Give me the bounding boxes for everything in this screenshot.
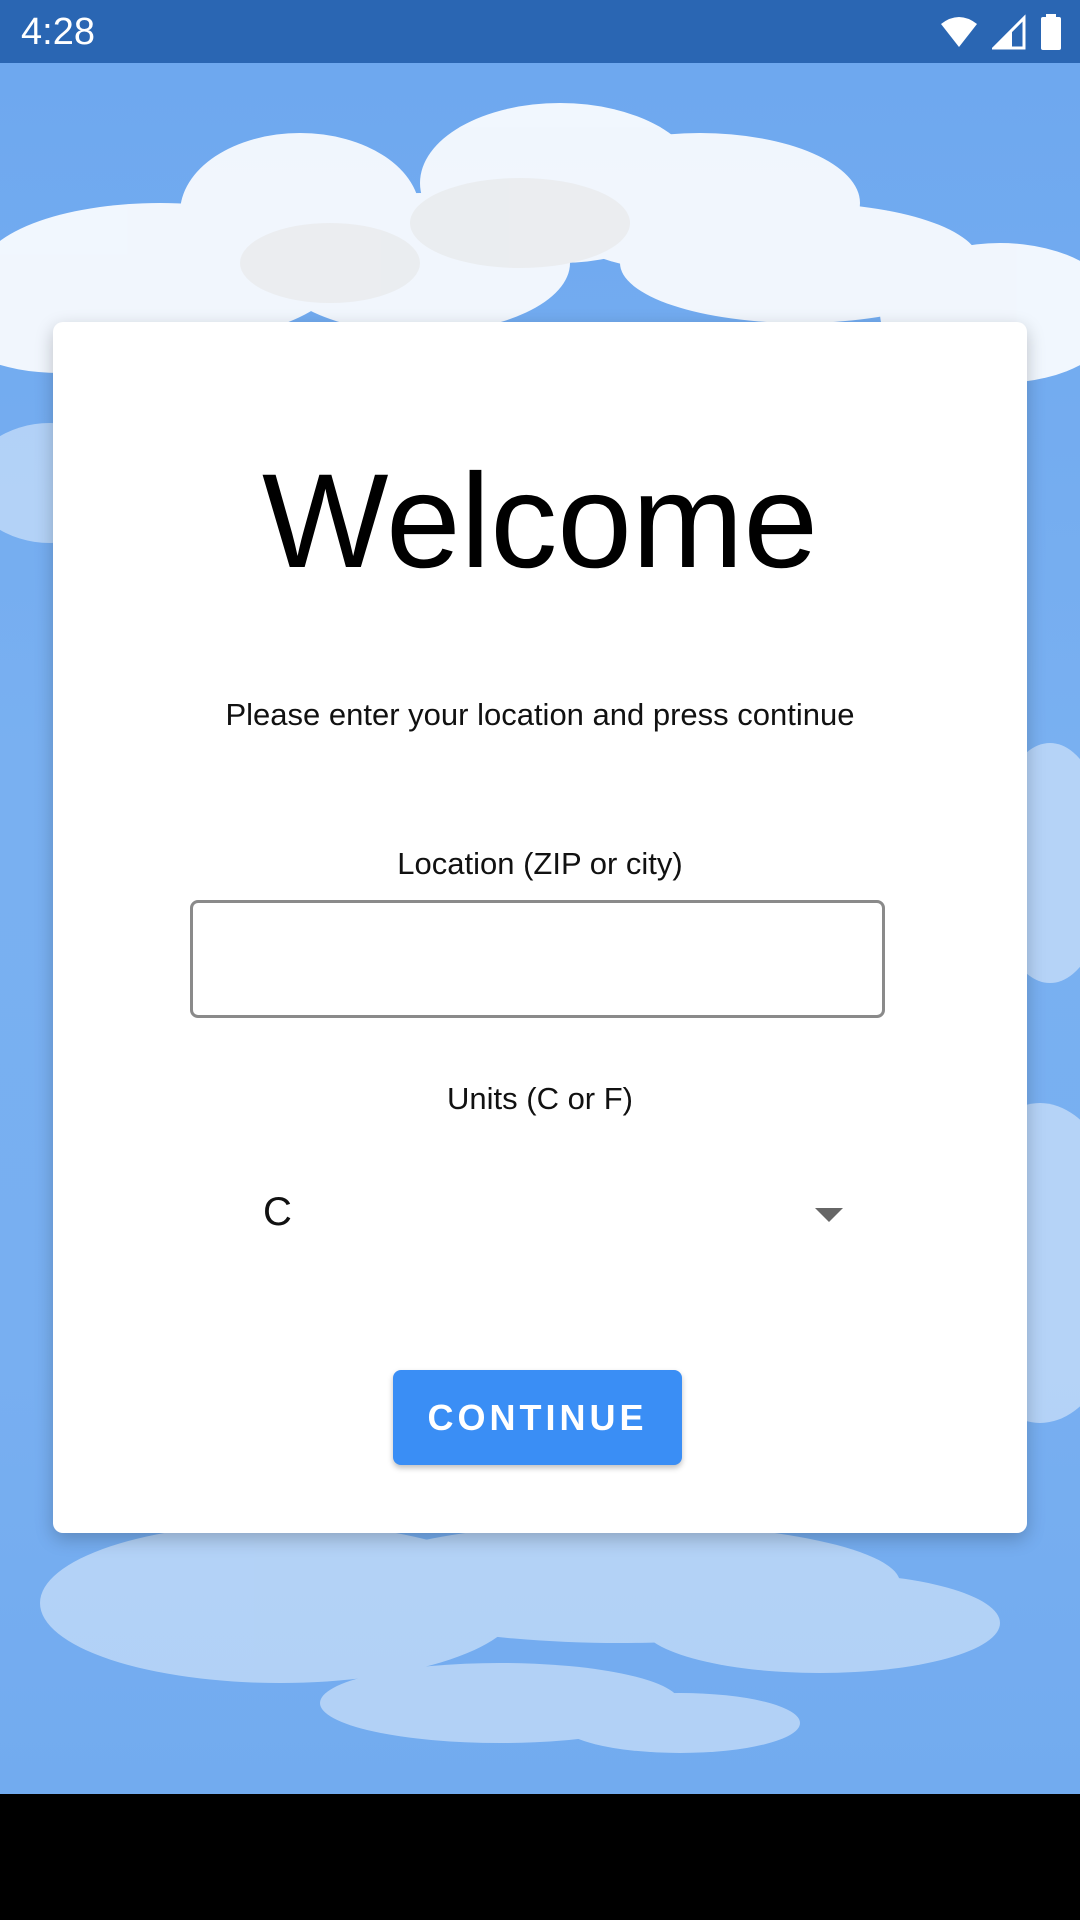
app-screen: 4:28 Welcome Please enter your location … <box>0 0 1080 1920</box>
navigation-bar <box>0 1794 1080 1920</box>
wifi-icon <box>940 14 978 50</box>
instructions-text: Please enter your location and press con… <box>225 697 855 732</box>
status-time: 4:28 <box>21 11 95 53</box>
units-dropdown[interactable]: C <box>190 1174 910 1254</box>
status-icons <box>940 12 1062 52</box>
welcome-card: Welcome Please enter your location and p… <box>53 322 1027 1533</box>
location-label: Location (ZIP or city) <box>397 846 683 881</box>
units-selected-value: C <box>263 1190 292 1234</box>
dropdown-arrow-icon <box>815 1208 843 1222</box>
signal-icon <box>990 14 1026 50</box>
welcome-title: Welcome <box>261 447 819 596</box>
units-label: Units (C or F) <box>447 1081 633 1116</box>
battery-icon <box>1040 14 1062 50</box>
status-bar: 4:28 <box>0 0 1080 63</box>
location-input[interactable] <box>190 900 885 1018</box>
continue-button[interactable]: CONTINUE <box>393 1370 682 1465</box>
